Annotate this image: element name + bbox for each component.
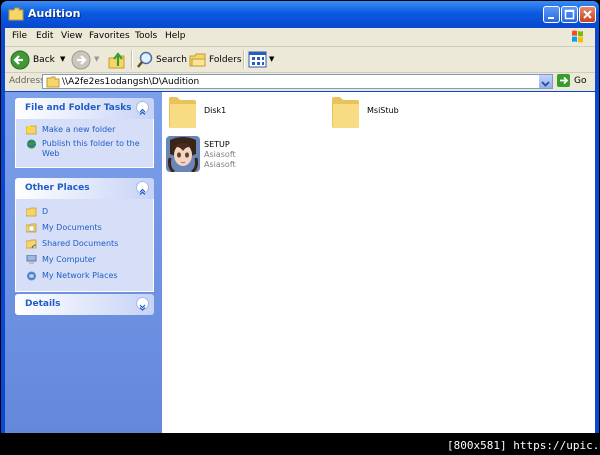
place-my-documents[interactable]: My Documents xyxy=(16,219,153,235)
menu-file[interactable]: File xyxy=(12,31,27,41)
maximize-button[interactable] xyxy=(561,6,578,23)
back-dropdown-icon[interactable]: ▼ xyxy=(60,55,65,63)
menu-favorites[interactable]: Favorites xyxy=(89,31,130,41)
menu-bar: File Edit View Favorites Tools Help xyxy=(5,28,595,47)
panel-header[interactable]: Other Places xyxy=(15,178,154,199)
close-icon xyxy=(583,10,592,19)
window-title: Audition xyxy=(28,7,81,20)
place-label: D xyxy=(42,207,49,216)
watermark-text: [800x581] https://upic.me/ xyxy=(447,439,600,452)
forward-button[interactable]: ▼ xyxy=(71,50,101,70)
new-folder-icon xyxy=(26,125,37,135)
publish-to-web-link[interactable]: Publish this folder to the Web xyxy=(16,137,153,161)
folders-button[interactable]: Folders xyxy=(189,50,242,70)
task-pane: File and Folder Tasks Make a new folder … xyxy=(5,92,162,433)
place-my-network-places[interactable]: My Network Places xyxy=(16,267,153,283)
forward-arrow-icon xyxy=(71,50,91,70)
setup-app-icon xyxy=(166,136,200,172)
file-list-area[interactable]: Disk1 MsiStub SETUP Asiasoft Asiasoft xyxy=(162,92,595,433)
search-icon xyxy=(137,51,153,68)
folders-icon xyxy=(189,53,206,67)
panel-title: File and Folder Tasks xyxy=(25,103,132,113)
file-name: MsiStub xyxy=(367,106,399,115)
panel-body: Make a new folder Publish this folder to… xyxy=(15,119,154,168)
address-input[interactable]: \\A2fe2es1odangsh\D\Audition xyxy=(42,74,553,89)
place-my-computer[interactable]: My Computer xyxy=(16,251,153,267)
other-places-panel: Other Places D My Documents Shared Docum… xyxy=(15,178,154,292)
panel-title: Details xyxy=(25,299,61,309)
address-dropdown-button[interactable] xyxy=(538,75,552,88)
close-button[interactable] xyxy=(579,6,596,23)
folder-icon xyxy=(169,97,196,128)
place-label: My Documents xyxy=(42,223,102,232)
panel-title: Other Places xyxy=(25,183,90,193)
address-value: \\A2fe2es1odangsh\D\Audition xyxy=(62,77,200,87)
explorer-window: Audition File Edit View Favorites Tools … xyxy=(1,1,599,433)
toolbar-separator-2 xyxy=(243,50,245,69)
folder-icon xyxy=(8,7,24,21)
up-folder-button[interactable] xyxy=(107,50,127,70)
windows-logo-icon xyxy=(567,28,589,45)
file-name: SETUP xyxy=(204,140,230,149)
views-button[interactable]: ▼ xyxy=(248,50,276,70)
minimize-button[interactable] xyxy=(543,6,560,23)
computer-icon xyxy=(26,255,37,264)
address-label: Address xyxy=(9,76,45,86)
forward-dropdown-icon[interactable]: ▼ xyxy=(94,55,99,63)
file-description: Asiasoft xyxy=(204,160,236,169)
folder-icon xyxy=(46,76,60,88)
task-label: Publish this folder to the Web xyxy=(42,139,140,158)
menu-tools[interactable]: Tools xyxy=(135,31,157,41)
details-panel: Details xyxy=(15,294,154,315)
collapse-chevron-icon[interactable] xyxy=(136,101,149,115)
back-button[interactable]: Back ▼ xyxy=(10,50,70,70)
menu-edit[interactable]: Edit xyxy=(36,31,53,41)
minimize-icon xyxy=(548,17,554,19)
panel-header[interactable]: File and Folder Tasks xyxy=(15,98,154,119)
my-documents-icon xyxy=(26,223,37,233)
panel-header[interactable]: Details xyxy=(15,294,154,315)
file-item-disk1[interactable]: Disk1 xyxy=(166,94,316,134)
network-places-icon xyxy=(27,271,36,281)
up-folder-icon xyxy=(108,52,125,69)
chevron-down-icon xyxy=(541,81,550,87)
menu-help[interactable]: Help xyxy=(165,31,186,41)
folder-icon xyxy=(332,97,359,128)
views-grid-icon xyxy=(248,51,267,68)
title-bar[interactable]: Audition xyxy=(1,1,599,28)
file-folder-tasks-panel: File and Folder Tasks Make a new folder … xyxy=(15,98,154,168)
maximize-icon xyxy=(564,9,575,20)
expand-chevron-icon[interactable] xyxy=(136,297,149,311)
views-dropdown-icon[interactable]: ▼ xyxy=(269,55,274,63)
place-label: My Network Places xyxy=(42,271,118,280)
toolbar: Back ▼ ▼ Search Folders ▼ xyxy=(5,47,595,73)
shared-folder-icon xyxy=(26,239,37,249)
search-button[interactable]: Search xyxy=(136,50,187,70)
file-name: Disk1 xyxy=(204,106,227,115)
toolbar-separator xyxy=(131,50,133,69)
place-label: Shared Documents xyxy=(42,239,119,248)
menu-view[interactable]: View xyxy=(61,31,82,41)
panel-body: D My Documents Shared Documents My Compu… xyxy=(15,199,154,292)
file-item-setup[interactable]: SETUP Asiasoft Asiasoft xyxy=(166,136,316,176)
back-label: Back xyxy=(33,55,55,65)
place-d[interactable]: D xyxy=(16,203,153,219)
place-label: My Computer xyxy=(42,255,96,264)
file-company: Asiasoft xyxy=(204,150,236,159)
place-shared-documents[interactable]: Shared Documents xyxy=(16,235,153,251)
back-arrow-icon xyxy=(10,50,30,70)
go-label: Go xyxy=(574,76,587,86)
file-item-msistub[interactable]: MsiStub xyxy=(329,94,479,134)
go-arrow-icon xyxy=(557,74,570,87)
make-new-folder-link[interactable]: Make a new folder xyxy=(16,123,153,137)
search-label: Search xyxy=(156,55,187,65)
globe-icon xyxy=(26,139,37,149)
folder-icon xyxy=(26,207,37,217)
address-bar: Address \\A2fe2es1odangsh\D\Audition Go xyxy=(5,73,595,91)
collapse-chevron-icon[interactable] xyxy=(136,181,149,195)
folders-label: Folders xyxy=(209,55,242,65)
task-label: Make a new folder xyxy=(42,125,116,134)
